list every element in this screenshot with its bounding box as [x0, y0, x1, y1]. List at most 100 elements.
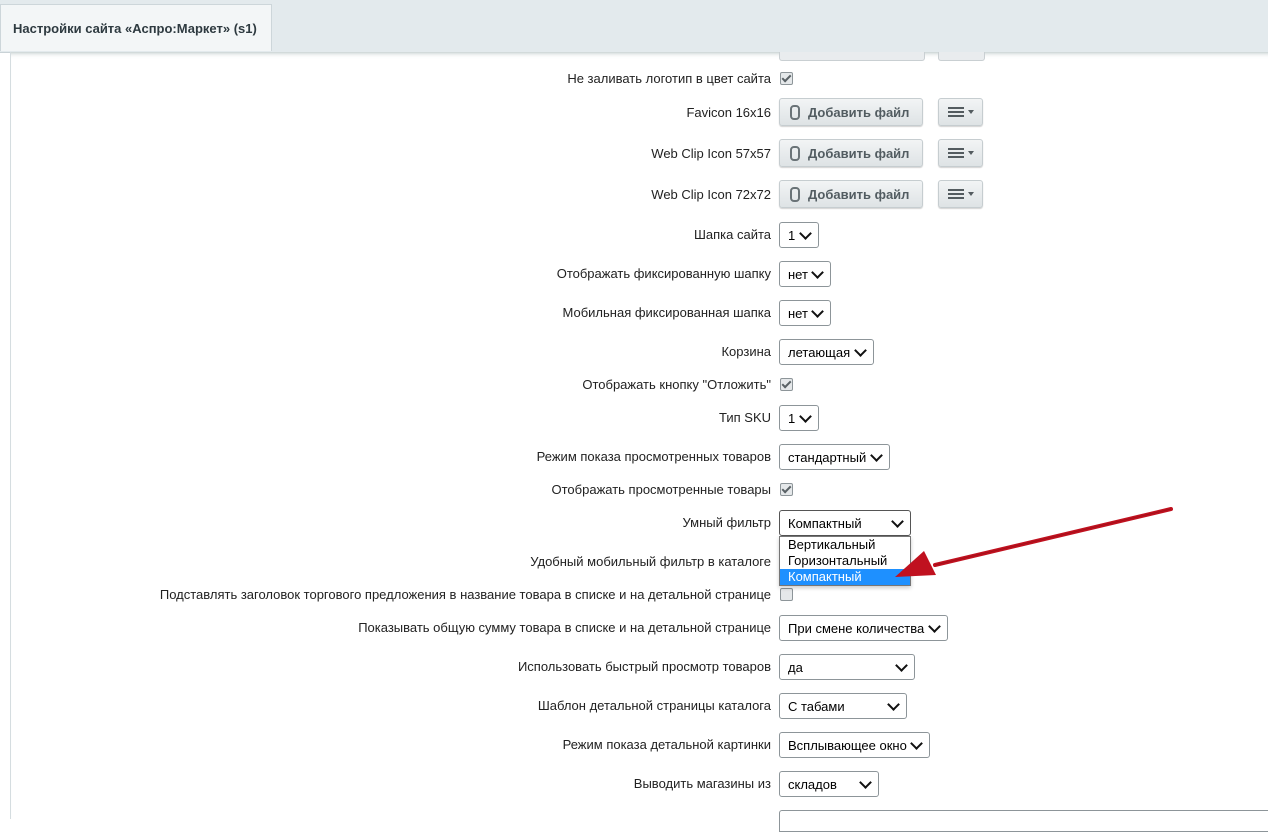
- sku-type-select[interactable]: 1: [779, 405, 819, 431]
- detail-template-select[interactable]: С табами: [779, 693, 907, 719]
- site-header-select[interactable]: 1: [779, 222, 819, 248]
- row-basket: Корзина летающая: [0, 337, 1268, 367]
- chevron-down-icon: [859, 775, 872, 789]
- row-detail-template: Шаблон детальной страницы каталога С таб…: [0, 691, 1268, 721]
- dropdown-option-selected[interactable]: Компактный: [780, 569, 910, 585]
- chevron-up-icon: [891, 514, 904, 528]
- chevron-down-icon: [895, 658, 908, 672]
- total-sum-select[interactable]: При смене количества: [779, 615, 948, 641]
- row-fixed-header: Отображать фиксированную шапку нет: [0, 259, 1268, 289]
- button-label: Добавить файл: [808, 145, 910, 161]
- caret-down-icon: [967, 192, 974, 196]
- row-favicon: Favicon 16x16 Добавить файл: [0, 98, 1268, 128]
- favicon-add-file-button[interactable]: Добавить файл: [779, 98, 923, 126]
- webclip57-add-file-button[interactable]: Добавить файл: [779, 139, 923, 167]
- smart-filter-select[interactable]: Компактный: [779, 510, 911, 536]
- row-mobile-filter: Удобный мобильный фильтр в каталоге: [0, 547, 1268, 577]
- paperclip-icon: [790, 145, 800, 161]
- webclip72-menu-button[interactable]: [938, 180, 983, 208]
- row-label: Режим показа детальной картинки: [562, 737, 771, 752]
- row-logo-fill: Не заливать логотип в цвет сайта: [0, 64, 1268, 94]
- logo-fill-checkbox[interactable]: [780, 72, 793, 85]
- row-label: Отображать кнопку "Отложить": [582, 377, 771, 392]
- mobile-fixed-header-select[interactable]: нет: [779, 300, 831, 326]
- select-value: летающая: [788, 344, 851, 360]
- menu-icon: [947, 148, 964, 158]
- chevron-down-icon: [910, 736, 923, 750]
- row-sku-type: Тип SKU 1: [0, 403, 1268, 433]
- show-viewed-checkbox[interactable]: [780, 483, 793, 496]
- dropdown-option[interactable]: Горизонтальный: [780, 553, 910, 569]
- quick-view-select[interactable]: да: [779, 654, 915, 680]
- row-webclip-57: Web Clip Icon 57x57 Добавить файл: [0, 139, 1268, 169]
- select-value: нет: [788, 266, 808, 282]
- chevron-down-icon: [799, 226, 812, 240]
- select-value: стандартный: [788, 449, 867, 465]
- favicon-menu-button[interactable]: [938, 98, 983, 126]
- row-smart-filter: Умный фильтр Компактный: [0, 508, 1268, 538]
- caret-down-icon: [967, 110, 974, 114]
- webclip72-add-file-button[interactable]: Добавить файл: [779, 180, 923, 208]
- row-detail-picture: Режим показа детальной картинки Всплываю…: [0, 730, 1268, 760]
- paperclip-icon: [790, 186, 800, 202]
- row-delay-button: Отображать кнопку "Отложить": [0, 370, 1268, 400]
- row-label: Web Clip Icon 72x72: [651, 187, 771, 202]
- offer-title-checkbox[interactable]: [780, 588, 793, 601]
- row-label: Удобный мобильный фильтр в каталоге: [530, 554, 771, 569]
- row-total-sum: Показывать общую сумму товара в списке и…: [0, 613, 1268, 643]
- row-label: Режим показа просмотренных товаров: [536, 449, 771, 464]
- select-value: 1: [788, 410, 796, 426]
- tab-bar: Настройки сайта «Аспро:Маркет» (s1): [0, 0, 1268, 53]
- row-label: Тип SKU: [718, 410, 771, 425]
- select-value: При смене количества: [788, 620, 925, 636]
- row-label: Корзина: [721, 344, 771, 359]
- paperclip-icon: [790, 104, 800, 120]
- row-label: Favicon 16x16: [686, 105, 771, 120]
- chevron-down-icon: [811, 265, 824, 279]
- ghost-button-top: [779, 52, 925, 61]
- row-webclip-72: Web Clip Icon 72x72 Добавить файл: [0, 180, 1268, 210]
- row-label: Умный фильтр: [682, 515, 772, 530]
- delay-button-checkbox[interactable]: [780, 378, 793, 391]
- fixed-header-select[interactable]: нет: [779, 261, 831, 287]
- select-value: Всплывающее окно: [788, 737, 907, 753]
- button-label: Добавить файл: [808, 186, 910, 202]
- row-label: Подставлять заголовок торгового предложе…: [159, 587, 771, 602]
- row-label: Выводить магазины из: [633, 776, 771, 791]
- detail-picture-select[interactable]: Всплывающее окно: [779, 732, 930, 758]
- tab-site-settings[interactable]: Настройки сайта «Аспро:Маркет» (s1): [0, 4, 272, 51]
- row-quick-view: Использовать быстрый просмотр товаров да: [0, 652, 1268, 682]
- cut-off-field[interactable]: [779, 810, 1268, 832]
- menu-icon: [947, 107, 964, 117]
- basket-select[interactable]: летающая: [779, 339, 874, 365]
- chevron-down-icon: [887, 697, 900, 711]
- smart-filter-dropdown: Вертикальный Горизонтальный Компактный: [779, 536, 911, 586]
- row-label: Показывать общую сумму товара в списке и…: [358, 620, 771, 635]
- select-value: С табами: [788, 698, 845, 714]
- row-label: Web Clip Icon 57x57: [651, 146, 771, 161]
- dropdown-option[interactable]: Вертикальный: [780, 537, 910, 553]
- caret-down-icon: [967, 151, 974, 155]
- row-site-header: Шапка сайта 1: [0, 220, 1268, 250]
- row-mobile-fixed-header: Мобильная фиксированная шапка нет: [0, 298, 1268, 328]
- webclip57-menu-button[interactable]: [938, 139, 983, 167]
- select-value: Компактный: [788, 515, 862, 531]
- select-value: нет: [788, 305, 808, 321]
- row-viewed-mode: Режим показа просмотренных товаров станд…: [0, 442, 1268, 472]
- stores-select[interactable]: складов: [779, 771, 879, 797]
- viewed-mode-select[interactable]: стандартный: [779, 444, 890, 470]
- chevron-down-icon: [854, 343, 867, 357]
- row-label: Шаблон детальной страницы каталога: [537, 698, 771, 713]
- row-label: Мобильная фиксированная шапка: [562, 305, 771, 320]
- button-label: Добавить файл: [808, 104, 910, 120]
- select-value: 1: [788, 227, 796, 243]
- menu-icon: [947, 189, 964, 199]
- row-stores: Выводить магазины из складов: [0, 769, 1268, 799]
- row-offer-title: Подставлять заголовок торгового предложе…: [0, 580, 1268, 610]
- row-label: Шапка сайта: [693, 227, 771, 242]
- row-show-viewed: Отображать просмотренные товары: [0, 475, 1268, 505]
- select-value: да: [788, 659, 803, 675]
- ghost-menu-top: [938, 52, 985, 61]
- row-label: Не заливать логотип в цвет сайта: [567, 71, 771, 86]
- select-value: складов: [788, 776, 837, 792]
